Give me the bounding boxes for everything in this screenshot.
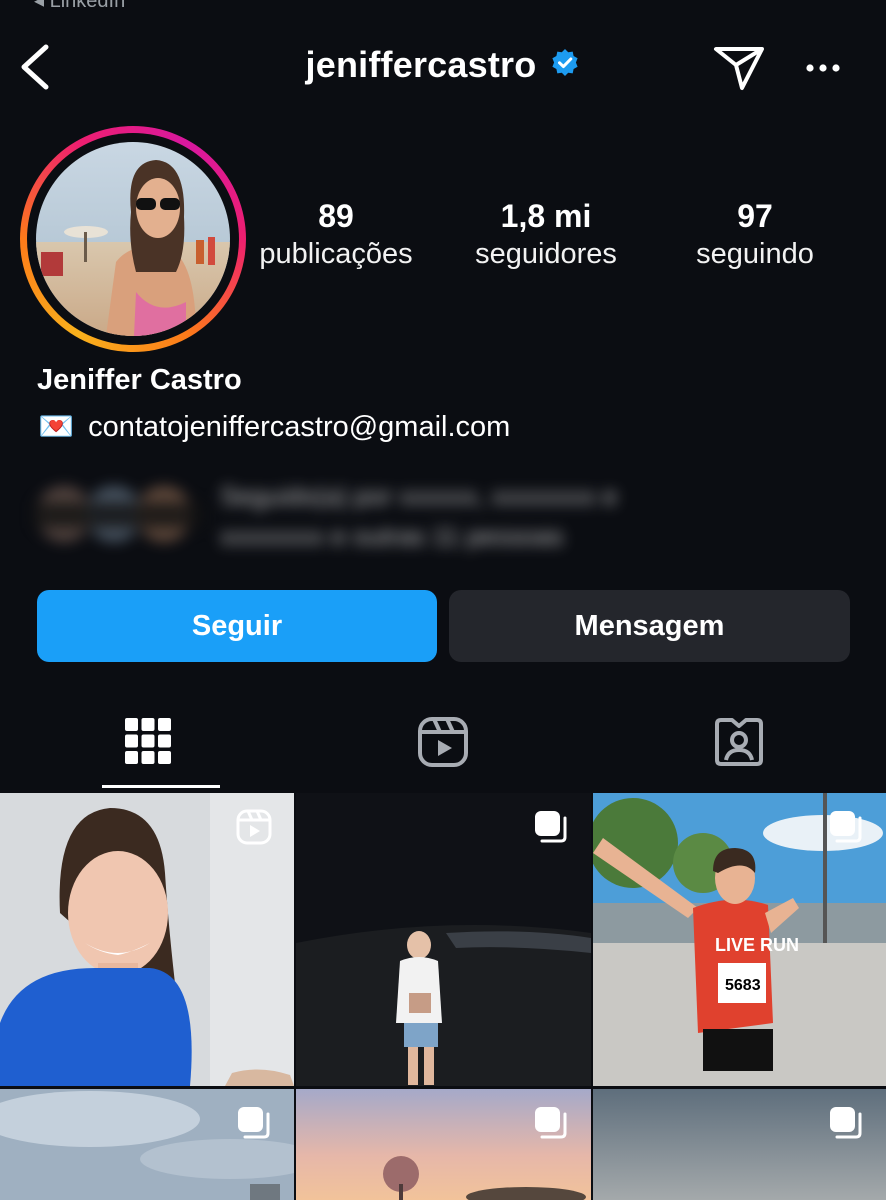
stat-label: publicações — [259, 238, 413, 270]
stat-value: 89 — [318, 198, 354, 234]
posts-count-stat[interactable]: 89 publicações — [246, 196, 426, 272]
stat-label: seguindo — [696, 238, 814, 270]
bio-email-row: 💌 contatojeniffercastro@gmail.com — [38, 410, 510, 444]
carousel-indicator-icon — [828, 1105, 864, 1141]
active-tab-indicator — [102, 785, 220, 788]
grid-post-2[interactable] — [296, 793, 591, 1086]
tab-reels[interactable] — [417, 716, 469, 773]
carousel-indicator-icon — [533, 1105, 569, 1141]
profile-avatar[interactable] — [20, 126, 246, 352]
followed-by-text: Seguido(a) por xxxxxx, xxxxxxxx e xxxxxx… — [220, 481, 618, 551]
profile-username: jeniffercastro — [305, 44, 537, 85]
posts-grid: LIVE RUN 5683 — [0, 793, 886, 1200]
verified-badge-icon — [550, 48, 580, 83]
stat-value: 97 — [737, 198, 773, 234]
followed-by-mutuals[interactable]: Seguido(a) por xxxxxx, xxxxxxxx e xxxxxx… — [30, 470, 750, 570]
followers-count-stat[interactable]: 1,8 mi seguidores — [456, 196, 636, 272]
stat-label: seguidores — [475, 238, 617, 270]
grid-post-4[interactable] — [0, 1089, 294, 1200]
more-options-icon[interactable] — [804, 58, 844, 78]
reel-indicator-icon — [236, 809, 272, 845]
message-button[interactable]: Mensagem — [449, 590, 850, 662]
tab-tagged[interactable] — [713, 716, 765, 773]
love-letter-emoji-icon: 💌 — [38, 411, 75, 443]
reels-icon — [418, 717, 468, 767]
grid-post-6[interactable] — [593, 1089, 886, 1200]
tagged-icon — [715, 718, 763, 766]
send-direct-icon[interactable] — [712, 44, 766, 92]
grid-post-1[interactable] — [0, 793, 294, 1086]
tab-posts-grid[interactable] — [124, 717, 172, 770]
grid-post-3[interactable]: LIVE RUN 5683 — [593, 793, 886, 1086]
race-bib-number: 5683 — [725, 977, 761, 994]
avatar-photo — [36, 142, 230, 336]
stat-value: 1,8 mi — [500, 198, 592, 234]
back-to-app-link[interactable]: ◂ LinkedIn — [34, 0, 125, 13]
follow-button[interactable]: Seguir — [37, 590, 437, 662]
carousel-indicator-icon — [533, 809, 569, 845]
bio-email: contatojeniffercastro@gmail.com — [88, 410, 511, 443]
mutual-followers-avatars-icon — [34, 486, 204, 542]
grid-post-5[interactable] — [296, 1089, 591, 1200]
following-count-stat[interactable]: 97 seguindo — [665, 196, 845, 272]
carousel-indicator-icon — [236, 1105, 272, 1141]
carousel-indicator-icon — [828, 809, 864, 845]
shirt-text: LIVE RUN — [715, 935, 799, 955]
profile-full-name: Jeniffer Castro — [37, 364, 242, 396]
grid-icon — [125, 718, 171, 764]
